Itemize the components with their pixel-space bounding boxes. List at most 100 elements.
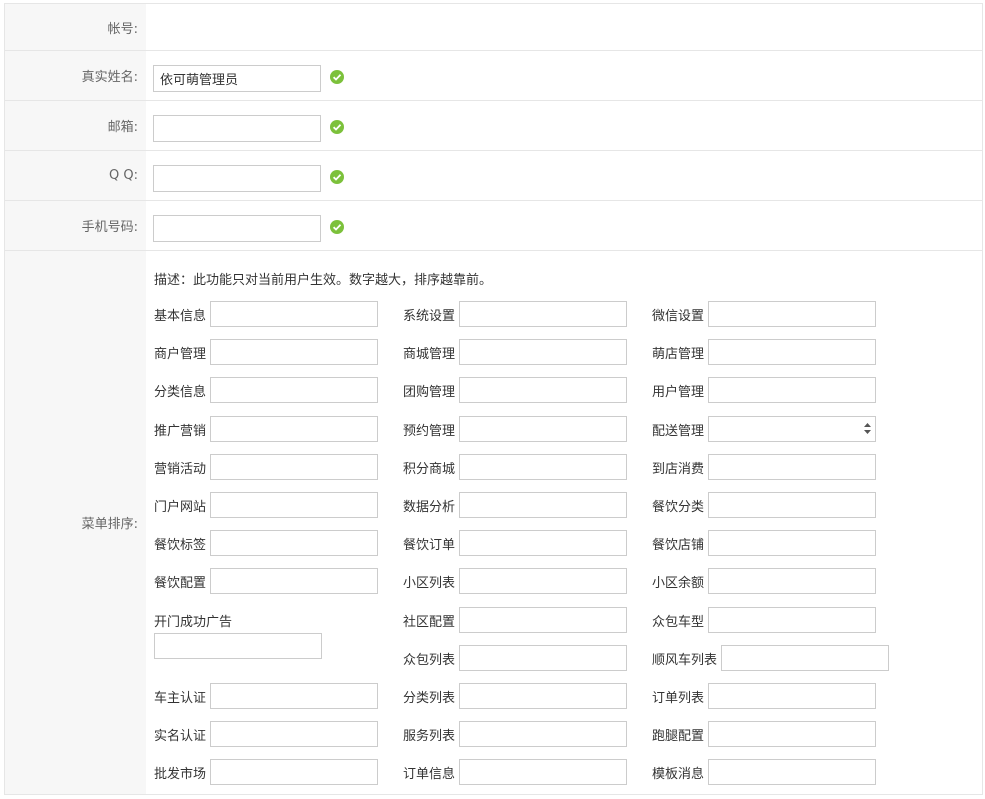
menu-sort-order-input[interactable] (459, 492, 627, 518)
menu-sort-label: 菜单排序: (5, 251, 146, 794)
menu-sort-grid: 描述：此功能只对当前用户生效。数字越大，排序越靠前。 基本信息 系统设置 微信设置商… (146, 251, 982, 794)
menu-sort-item: 社区配置 (403, 607, 643, 633)
menu-sort-order-input[interactable] (708, 721, 876, 747)
menu-sort-order-input[interactable] (210, 721, 378, 747)
menu-sort-order-input[interactable] (708, 683, 876, 709)
menu-sort-order-input[interactable] (459, 568, 627, 594)
menu-sort-item-label: 用户管理 (652, 385, 705, 400)
valid-check-icon (330, 120, 344, 134)
menu-sort-order-input[interactable] (210, 454, 378, 480)
menu-sort-item: 小区列表 (403, 568, 643, 594)
realname-input[interactable] (153, 65, 321, 92)
menu-sort-item: 服务列表 (403, 721, 643, 747)
menu-sort-item-label: 餐饮店铺 (652, 538, 705, 553)
menu-sort-order-input[interactable] (708, 759, 876, 785)
phone-input[interactable] (153, 215, 321, 242)
menu-sort-item: 系统设置 (403, 301, 643, 327)
menu-sort-order-input[interactable] (459, 645, 627, 671)
menu-sort-item: 数据分析 (403, 492, 643, 518)
menu-sort-order-input[interactable] (708, 301, 876, 327)
menu-sort-order-input[interactable] (721, 645, 889, 671)
menu-sort-order-input[interactable] (459, 530, 627, 556)
menu-sort-order-input[interactable] (708, 339, 876, 365)
menu-sort-item-label: 分类信息 (154, 385, 207, 400)
menu-sort-order-input[interactable] (210, 492, 378, 518)
menu-sort-order-input[interactable] (459, 721, 627, 747)
menu-sort-order-input[interactable] (210, 683, 378, 709)
menu-sort-item: 餐饮店铺 (652, 530, 892, 556)
menu-sort-order-input[interactable] (459, 759, 627, 785)
menu-sort-order-input[interactable] (708, 607, 876, 633)
menu-sort-order-input[interactable] (210, 301, 378, 327)
menu-sort-item-label: 预约管理 (403, 424, 456, 439)
menu-sort-item: 到店消费 (652, 454, 892, 480)
number-spinner-icon[interactable] (863, 422, 872, 435)
menu-sort-item-label: 分类列表 (403, 691, 456, 706)
menu-sort-item: 微信设置 (652, 301, 892, 327)
menu-sort-item-label: 推广营销 (154, 424, 207, 439)
menu-sort-order-input[interactable] (210, 759, 378, 785)
menu-sort-order-input[interactable] (459, 607, 627, 633)
menu-sort-item-label: 微信设置 (652, 309, 705, 324)
menu-sort-order-input[interactable] (210, 530, 378, 556)
email-row: 邮箱: (5, 101, 982, 151)
menu-sort-item: 餐饮标签 (154, 530, 394, 556)
menu-sort-item: 商户管理 (154, 339, 394, 365)
menu-sort-item-label: 众包车型 (652, 615, 705, 630)
menu-sort-item: 车主认证 (154, 683, 394, 709)
menu-sort-order-input[interactable] (708, 568, 876, 594)
menu-sort-item-label: 顺风车列表 (652, 653, 718, 668)
qq-row: Q Q: (5, 151, 982, 201)
menu-sort-item: 预约管理 (403, 416, 643, 442)
menu-sort-order-input[interactable] (708, 416, 876, 442)
menu-sort-item-label: 餐饮订单 (403, 538, 456, 553)
menu-sort-item-label: 到店消费 (652, 462, 705, 477)
phone-row: 手机号码: (5, 201, 982, 251)
menu-sort-item-label: 实名认证 (154, 729, 207, 744)
menu-sort-order-input[interactable] (210, 339, 378, 365)
menu-sort-order-input[interactable] (708, 377, 876, 403)
menu-sort-item: 众包车型 (652, 607, 892, 633)
menu-sort-item-label: 基本信息 (154, 309, 207, 324)
menu-sort-order-input[interactable] (210, 416, 378, 442)
menu-sort-item: 分类信息 (154, 377, 394, 403)
valid-check-icon (330, 170, 344, 184)
menu-sort-order-input[interactable] (459, 301, 627, 327)
email-label: 邮箱: (5, 101, 146, 150)
menu-sort-item-label: 商城管理 (403, 347, 456, 362)
menu-sort-item: 众包列表 (403, 645, 643, 671)
menu-sort-order-input[interactable] (459, 377, 627, 403)
menu-sort-item: 实名认证 (154, 721, 394, 747)
realname-label: 真实姓名: (5, 51, 146, 100)
menu-sort-item: 模板消息 (652, 759, 892, 785)
menu-sort-order-input[interactable] (459, 683, 627, 709)
realname-row: 真实姓名: (5, 51, 982, 101)
menu-sort-item-label: 服务列表 (403, 729, 456, 744)
menu-sort-item: 配送管理 (652, 416, 892, 442)
qq-input[interactable] (153, 165, 321, 192)
menu-sort-item-label: 批发市场 (154, 767, 207, 782)
menu-sort-order-input[interactable] (708, 454, 876, 480)
menu-sort-item: 萌店管理 (652, 339, 892, 365)
menu-sort-order-input[interactable] (210, 568, 378, 594)
menu-sort-order-input[interactable] (459, 416, 627, 442)
menu-sort-item: 用户管理 (652, 377, 892, 403)
email-input[interactable] (153, 115, 321, 142)
menu-sort-order-input[interactable] (459, 454, 627, 480)
menu-sort-order-input[interactable] (708, 492, 876, 518)
menu-sort-order-input[interactable] (210, 377, 378, 403)
menu-sort-item-label: 餐饮标签 (154, 538, 207, 553)
menu-sort-item-label: 餐饮分类 (652, 500, 705, 515)
menu-sort-item-label: 小区余额 (652, 576, 705, 591)
menu-sort-order-input[interactable] (708, 530, 876, 556)
menu-sort-item-label: 订单信息 (403, 767, 456, 782)
menu-sort-description: 描述：此功能只对当前用户生效。数字越大，排序越靠前。 (154, 273, 493, 288)
menu-sort-order-input[interactable] (459, 339, 627, 365)
menu-sort-row: 菜单排序: 描述：此功能只对当前用户生效。数字越大，排序越靠前。 基本信息 系统设… (5, 251, 982, 794)
menu-sort-item-label: 小区列表 (403, 576, 456, 591)
menu-sort-order-input[interactable] (154, 633, 322, 659)
menu-sort-item-label: 餐饮配置 (154, 576, 207, 591)
account-label: 帐号: (5, 4, 146, 50)
menu-sort-item: 跑腿配置 (652, 721, 892, 747)
menu-sort-item: 营销活动 (154, 454, 394, 480)
